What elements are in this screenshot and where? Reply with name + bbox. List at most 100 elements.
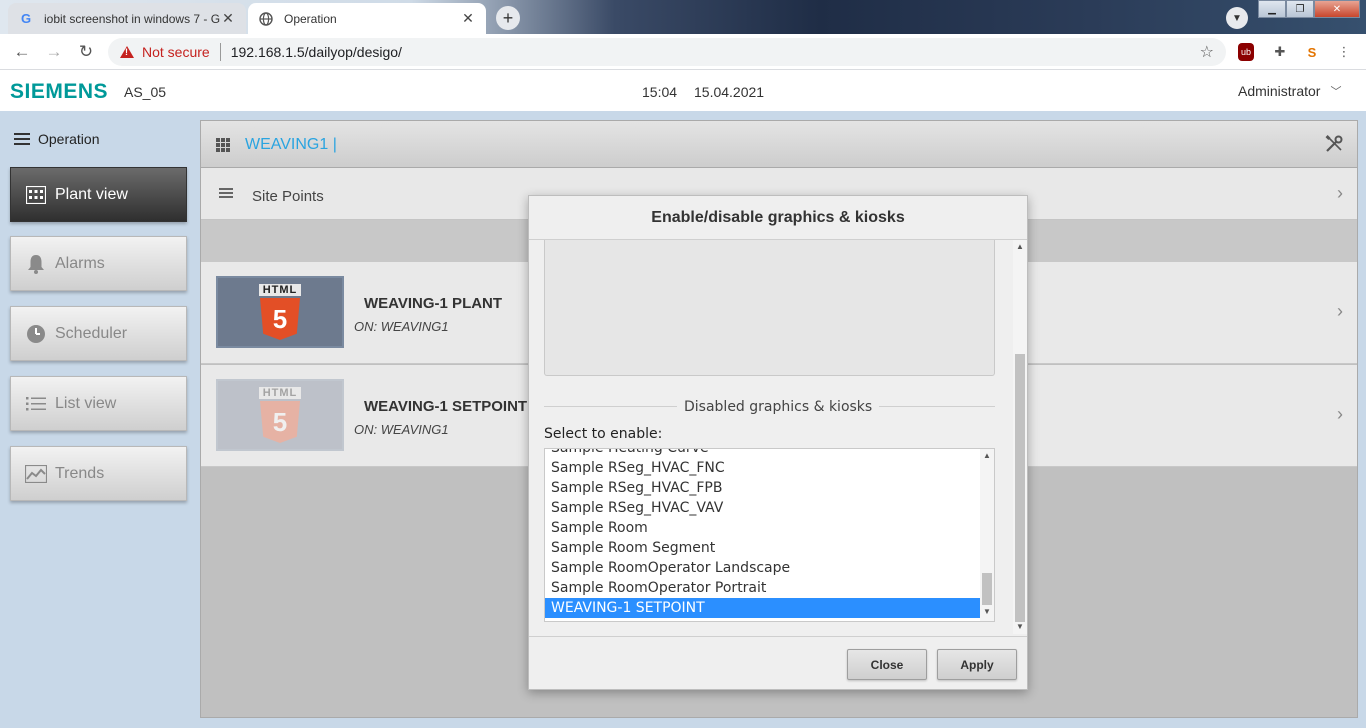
user-name: Administrator	[1238, 83, 1321, 99]
close-icon[interactable]: ✕	[220, 10, 236, 27]
list-item-selected[interactable]: WEAVING-1 SETPOINT	[545, 598, 982, 618]
sidebar-title: Operation	[38, 131, 100, 147]
sidebar-item-label: Trends	[55, 464, 105, 482]
window-controls: ▁ ❐ ✕	[1258, 0, 1360, 18]
browser-tab-bar: G iobit screenshot in windows 7 - G ✕ Op…	[0, 0, 1366, 34]
chevron-down-icon: ﹀	[1330, 86, 1342, 98]
list-item[interactable]: Sample Room	[545, 518, 982, 538]
html5-thumbnail: HTML 5	[216, 379, 344, 451]
sidebar-item-label: Alarms	[55, 254, 105, 272]
chevron-right-icon: ›	[1337, 404, 1343, 424]
chart-icon	[25, 463, 47, 485]
back-icon[interactable]: ←	[12, 42, 32, 62]
address-bar[interactable]: Not secure 192.168.1.5/dailyop/desigo/ ☆	[108, 38, 1226, 66]
list-item[interactable]: Sample RSeg_HVAC_VAV	[545, 498, 982, 518]
apply-button[interactable]: Apply	[937, 649, 1017, 680]
list-icon	[25, 393, 47, 415]
puzzle-extensions-icon[interactable]: ✚	[1270, 42, 1290, 62]
kebab-menu-icon[interactable]: ⋮	[1334, 42, 1354, 62]
bell-icon	[25, 253, 47, 275]
panel-header: WEAVING1 |	[201, 121, 1357, 168]
clock-time: 15:04	[642, 84, 678, 100]
sidebar-toggle[interactable]: Operation	[14, 131, 99, 147]
clock-icon	[25, 323, 47, 345]
globe-icon	[258, 11, 274, 27]
bookmark-star-icon[interactable]: ☆	[1200, 42, 1214, 62]
google-icon: G	[20, 11, 32, 26]
html5-thumbnail: HTML 5	[216, 276, 344, 348]
station-name: AS_05	[124, 84, 167, 100]
ublock-icon[interactable]: ub	[1238, 43, 1254, 61]
list-item[interactable]: Sample RSeg_HVAC_FNC	[545, 458, 982, 478]
page-title: WEAVING1 |	[245, 136, 337, 153]
chevron-right-icon: ›	[1337, 183, 1343, 203]
list-item[interactable]: Sample RoomOperator Portrait	[545, 578, 982, 598]
clock-date: 15.04.2021	[694, 84, 765, 100]
hamburger-icon	[14, 133, 30, 145]
dialog-body: Disabled graphics & kiosks Select to ena…	[529, 240, 1013, 634]
sidebar-item-alarms[interactable]: Alarms	[10, 236, 187, 291]
siemens-logo: SIEMENS	[10, 80, 109, 103]
chevron-right-icon: ›	[1337, 301, 1343, 321]
list-item[interactable]: Sample Room Segment	[545, 538, 982, 558]
plant-name: WEAVING-1 PLANT	[364, 295, 503, 312]
tab-title: iobit screenshot in windows 7 - G	[44, 11, 220, 26]
url-text[interactable]: 192.168.1.5/dailyop/desigo/	[231, 44, 402, 60]
close-button[interactable]: Close	[847, 649, 927, 680]
tab-title: Operation	[284, 11, 337, 26]
html5-logo-icon: 5	[260, 401, 300, 443]
sidebar-item-scheduler[interactable]: Scheduler	[10, 306, 187, 361]
sidebar-item-trends[interactable]: Trends	[10, 446, 187, 501]
apps-grid-icon[interactable]	[216, 138, 230, 152]
dialog-scrollbar[interactable]: ▲ ▼	[1013, 240, 1027, 634]
new-tab-button[interactable]: +	[496, 6, 520, 30]
sidebar-item-label: Plant view	[55, 185, 128, 203]
scroll-down-icon[interactable]: ▼	[1016, 622, 1024, 631]
warning-icon[interactable]	[120, 46, 134, 58]
browser-toolbar: ← → ↻ Not secure 192.168.1.5/dailyop/des…	[0, 34, 1366, 70]
thumbnail-text: HTML	[258, 387, 302, 399]
browser-tab-operation[interactable]: Operation ✕	[248, 3, 486, 34]
scroll-up-icon[interactable]: ▲	[983, 451, 991, 460]
extension-s-icon[interactable]: S	[1302, 42, 1322, 62]
maximize-button[interactable]: ❐	[1286, 0, 1314, 18]
close-icon[interactable]: ✕	[460, 10, 476, 27]
plant-name: WEAVING-1 SETPOINT	[364, 398, 528, 415]
window-close-button[interactable]: ✕	[1314, 0, 1360, 18]
sidebar-item-plant-view[interactable]: Plant view	[10, 167, 187, 222]
disabled-graphics-listbox[interactable]: Sample Heating Curve Sample RSeg_HVAC_FN…	[544, 448, 995, 622]
sidebar-item-list-view[interactable]: List view	[10, 376, 187, 431]
scroll-down-icon[interactable]: ▼	[983, 607, 991, 616]
thumbnail-text: HTML	[258, 284, 302, 296]
listbox-scrollbar[interactable]: ▲ ▼	[980, 449, 994, 621]
chevron-down-icon[interactable]: ▼	[1226, 7, 1248, 29]
list-item[interactable]: Sample RSeg_HVAC_FPB	[545, 478, 982, 498]
list-item[interactable]: Sample Heating Curve	[545, 449, 982, 458]
reload-icon[interactable]: ↻	[76, 42, 96, 62]
list-item[interactable]: Sample RoomOperator Landscape	[545, 558, 982, 578]
scrollbar-thumb[interactable]	[982, 573, 992, 605]
app-header: SIEMENS AS_05 15:04 15.04.2021 Administr…	[0, 70, 1366, 111]
enabled-graphics-list[interactable]	[544, 240, 995, 376]
sidebar-item-label: Scheduler	[55, 324, 128, 342]
scrollbar-thumb[interactable]	[1015, 354, 1025, 622]
divider	[219, 43, 221, 61]
tools-icon[interactable]	[1325, 135, 1343, 158]
minimize-button[interactable]: ▁	[1258, 0, 1286, 18]
grid-icon	[25, 184, 47, 206]
scroll-up-icon[interactable]: ▲	[1016, 242, 1024, 251]
plant-location: ON: WEAVING1	[354, 422, 449, 437]
plant-location: ON: WEAVING1	[354, 319, 449, 334]
security-status[interactable]: Not secure	[142, 44, 210, 60]
sidebar-item-label: List view	[55, 394, 117, 412]
dialog-footer: Close Apply	[529, 636, 1027, 690]
user-menu[interactable]: Administrator ﹀	[1238, 83, 1341, 99]
enable-disable-dialog: Enable/disable graphics & kiosks Disable…	[528, 195, 1028, 690]
html5-logo-icon: 5	[260, 298, 300, 340]
disabled-section-legend: Disabled graphics & kiosks	[677, 399, 880, 415]
list-icon	[219, 188, 233, 198]
forward-icon[interactable]: →	[44, 42, 64, 62]
sidebar: Operation Plant view Alarms Scheduler Li…	[0, 111, 200, 728]
dialog-title: Enable/disable graphics & kiosks	[529, 196, 1027, 240]
browser-tab-search[interactable]: G iobit screenshot in windows 7 - G ✕	[8, 3, 246, 34]
